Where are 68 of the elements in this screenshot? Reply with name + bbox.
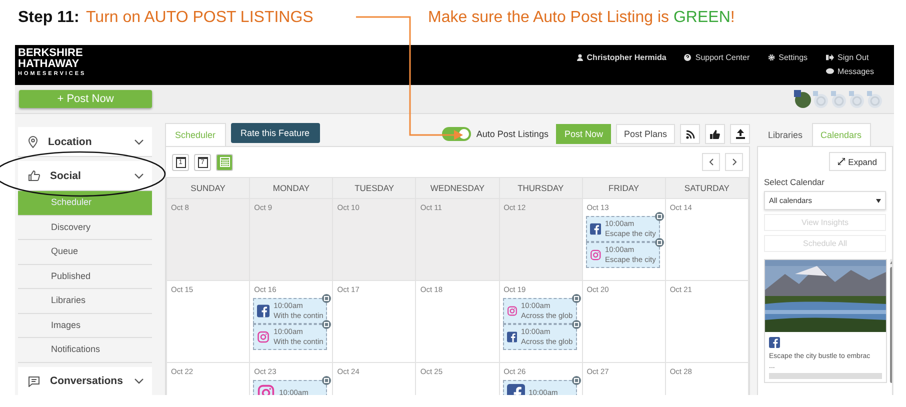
- social-accounts-drawing[interactable]: [792, 88, 882, 110]
- chevron-left-icon: [708, 158, 714, 166]
- user-menu[interactable]: Christopher Hermida: [576, 53, 666, 62]
- rate-feature-button[interactable]: Rate this Feature: [230, 123, 320, 143]
- section-label: Location: [48, 136, 93, 148]
- sidebar-section[interactable]: Location: [18, 127, 152, 157]
- thumbs-up-icon: [710, 130, 720, 138]
- delete-icon[interactable]: [654, 238, 664, 247]
- delete-icon[interactable]: [322, 294, 332, 303]
- location-pin-icon: [28, 136, 38, 148]
- previous-button[interactable]: [702, 153, 720, 171]
- chevron-right-icon: [732, 158, 736, 166]
- chevron-down-icon: [134, 378, 144, 384]
- messages-link[interactable]: Messages: [826, 67, 874, 76]
- header-link[interactable]: Support Center: [684, 53, 750, 62]
- select-label: Select Calendar: [764, 177, 826, 187]
- rss-button[interactable]: [680, 124, 700, 144]
- delete-icon[interactable]: [572, 294, 581, 303]
- section-label: Social: [50, 170, 82, 182]
- facebook-icon: [769, 337, 780, 348]
- delete-icon[interactable]: [322, 376, 332, 385]
- dropdown-caret-icon: [876, 198, 881, 202]
- weekday-header: MONDAY: [250, 178, 333, 198]
- next-button[interactable]: [725, 153, 743, 171]
- step-instruction: Turn on AUTO POST LISTINGS: [86, 9, 314, 27]
- delete-icon[interactable]: [322, 320, 332, 329]
- expand-button[interactable]: Expand: [829, 152, 886, 171]
- user-icon: [576, 54, 583, 61]
- weekday-header: WEDNESDAY: [416, 178, 500, 198]
- chevron-down-icon: [134, 172, 144, 178]
- thumbs-up-icon: [28, 170, 40, 181]
- auto-post-label: Auto Post Listings: [476, 129, 548, 139]
- expand-icon: [838, 158, 846, 165]
- step-number: Step 11:: [18, 9, 80, 27]
- instruction-note: Make sure the Auto Post Listing is GREEN!: [428, 9, 735, 27]
- settings-icon: [768, 54, 775, 61]
- delete-icon[interactable]: [654, 212, 664, 221]
- weekday-header: TUESDAY: [332, 178, 416, 198]
- sidebar-item[interactable]: Published: [18, 264, 152, 289]
- like-button[interactable]: [705, 124, 725, 144]
- weekday-header: SATURDAY: [665, 178, 748, 198]
- rss-icon: [686, 130, 694, 138]
- weekday-header: THURSDAY: [499, 178, 582, 198]
- weekday-header: SUNDAY: [166, 178, 250, 198]
- logo-text: BERKSHIRE: [18, 48, 84, 59]
- post-plans-button[interactable]: Post Plans: [616, 124, 675, 144]
- help-icon: [684, 54, 692, 61]
- weekday-header: FRIDAY: [582, 178, 666, 198]
- sidebar-item[interactable]: Images: [18, 314, 152, 338]
- header-link[interactable]: Settings: [768, 53, 808, 62]
- delete-icon[interactable]: [572, 320, 581, 329]
- chat-icon: [826, 68, 834, 75]
- month-grid-icon: [220, 157, 230, 167]
- chevron-down-icon: [134, 138, 144, 144]
- sidebar-section[interactable]: Conversations: [18, 366, 152, 395]
- section-label: Conversations: [50, 375, 124, 387]
- chat-icon: [28, 376, 40, 386]
- sidebar-section[interactable]: Social: [18, 161, 152, 191]
- header-link[interactable]: Sign Out: [826, 53, 874, 62]
- month-view-button[interactable]: [216, 154, 233, 170]
- upload-button[interactable]: [730, 124, 750, 144]
- panel-tab[interactable]: Libraries: [759, 123, 812, 146]
- facebook-icon: [257, 302, 270, 320]
- delete-icon[interactable]: [572, 376, 581, 385]
- sidebar-item[interactable]: Discovery: [18, 216, 152, 240]
- sign-out-icon: [826, 54, 834, 61]
- logo-text: HATHAWAY: [18, 59, 80, 70]
- upload-icon: [736, 129, 744, 139]
